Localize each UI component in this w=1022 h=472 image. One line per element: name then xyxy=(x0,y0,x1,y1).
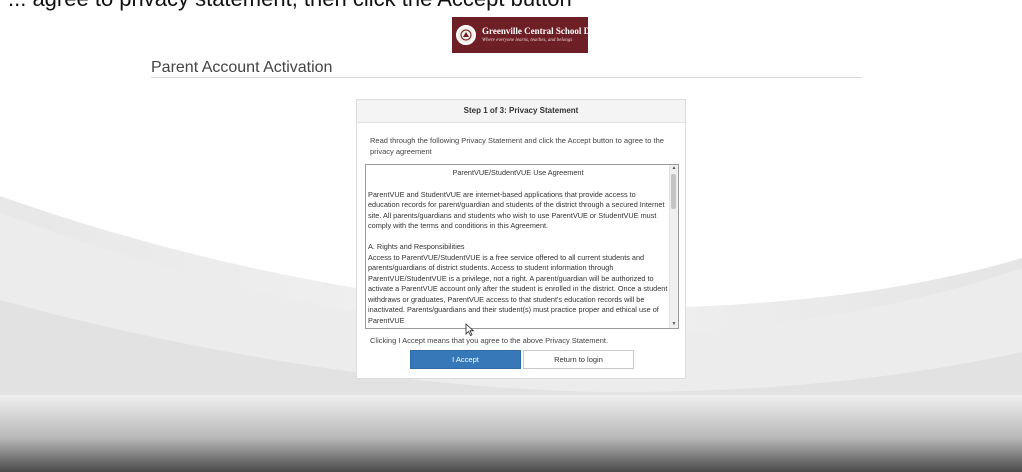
scroll-up-arrow-icon[interactable]: ▲ xyxy=(670,165,678,172)
accept-button[interactable]: I Accept xyxy=(410,350,521,369)
district-logo: Greenville Central School District Where… xyxy=(452,17,613,53)
step-title: Step 1 of 3: Privacy Statement xyxy=(357,100,685,123)
agreement-scroll-box[interactable]: ParentVUE/StudentVUE Use Agreement Paren… xyxy=(365,164,679,329)
caption-text: ... agree to privacy statement, then cli… xyxy=(8,0,572,12)
instructions-text: Read through the following Privacy State… xyxy=(370,136,664,156)
privacy-panel: Step 1 of 3: Privacy Statement Read thro… xyxy=(356,99,686,379)
scrollbar-thumb[interactable] xyxy=(671,174,676,209)
accept-note: Clicking I Accept means that you agree t… xyxy=(370,336,609,345)
video-caption: ... agree to privacy statement, then cli… xyxy=(0,0,1022,12)
page-title: Parent Account Activation xyxy=(151,59,333,76)
title-divider xyxy=(151,77,862,78)
agreement-title: ParentVUE/StudentVUE Use Agreement xyxy=(452,168,584,177)
agreement-scrollbar[interactable]: ▲ ▼ xyxy=(669,165,678,328)
district-name: Greenville Central School District xyxy=(482,25,613,36)
section-heading: A. Rights and Responsibilities xyxy=(368,242,465,251)
district-tagline: Where everyone learns, teaches, and belo… xyxy=(482,37,573,43)
agreement-intro: ParentVUE and StudentVUE are internet-ba… xyxy=(368,189,665,231)
section-body: Access to ParentVUE/StudentVUE is a free… xyxy=(368,252,668,325)
district-seal-icon xyxy=(456,25,476,45)
agreement-content: ParentVUE/StudentVUE Use Agreement Paren… xyxy=(366,165,670,328)
return-to-login-button[interactable]: Return to login xyxy=(523,350,634,369)
mouse-cursor-icon xyxy=(465,323,475,336)
scroll-down-arrow-icon[interactable]: ▼ xyxy=(670,321,678,328)
